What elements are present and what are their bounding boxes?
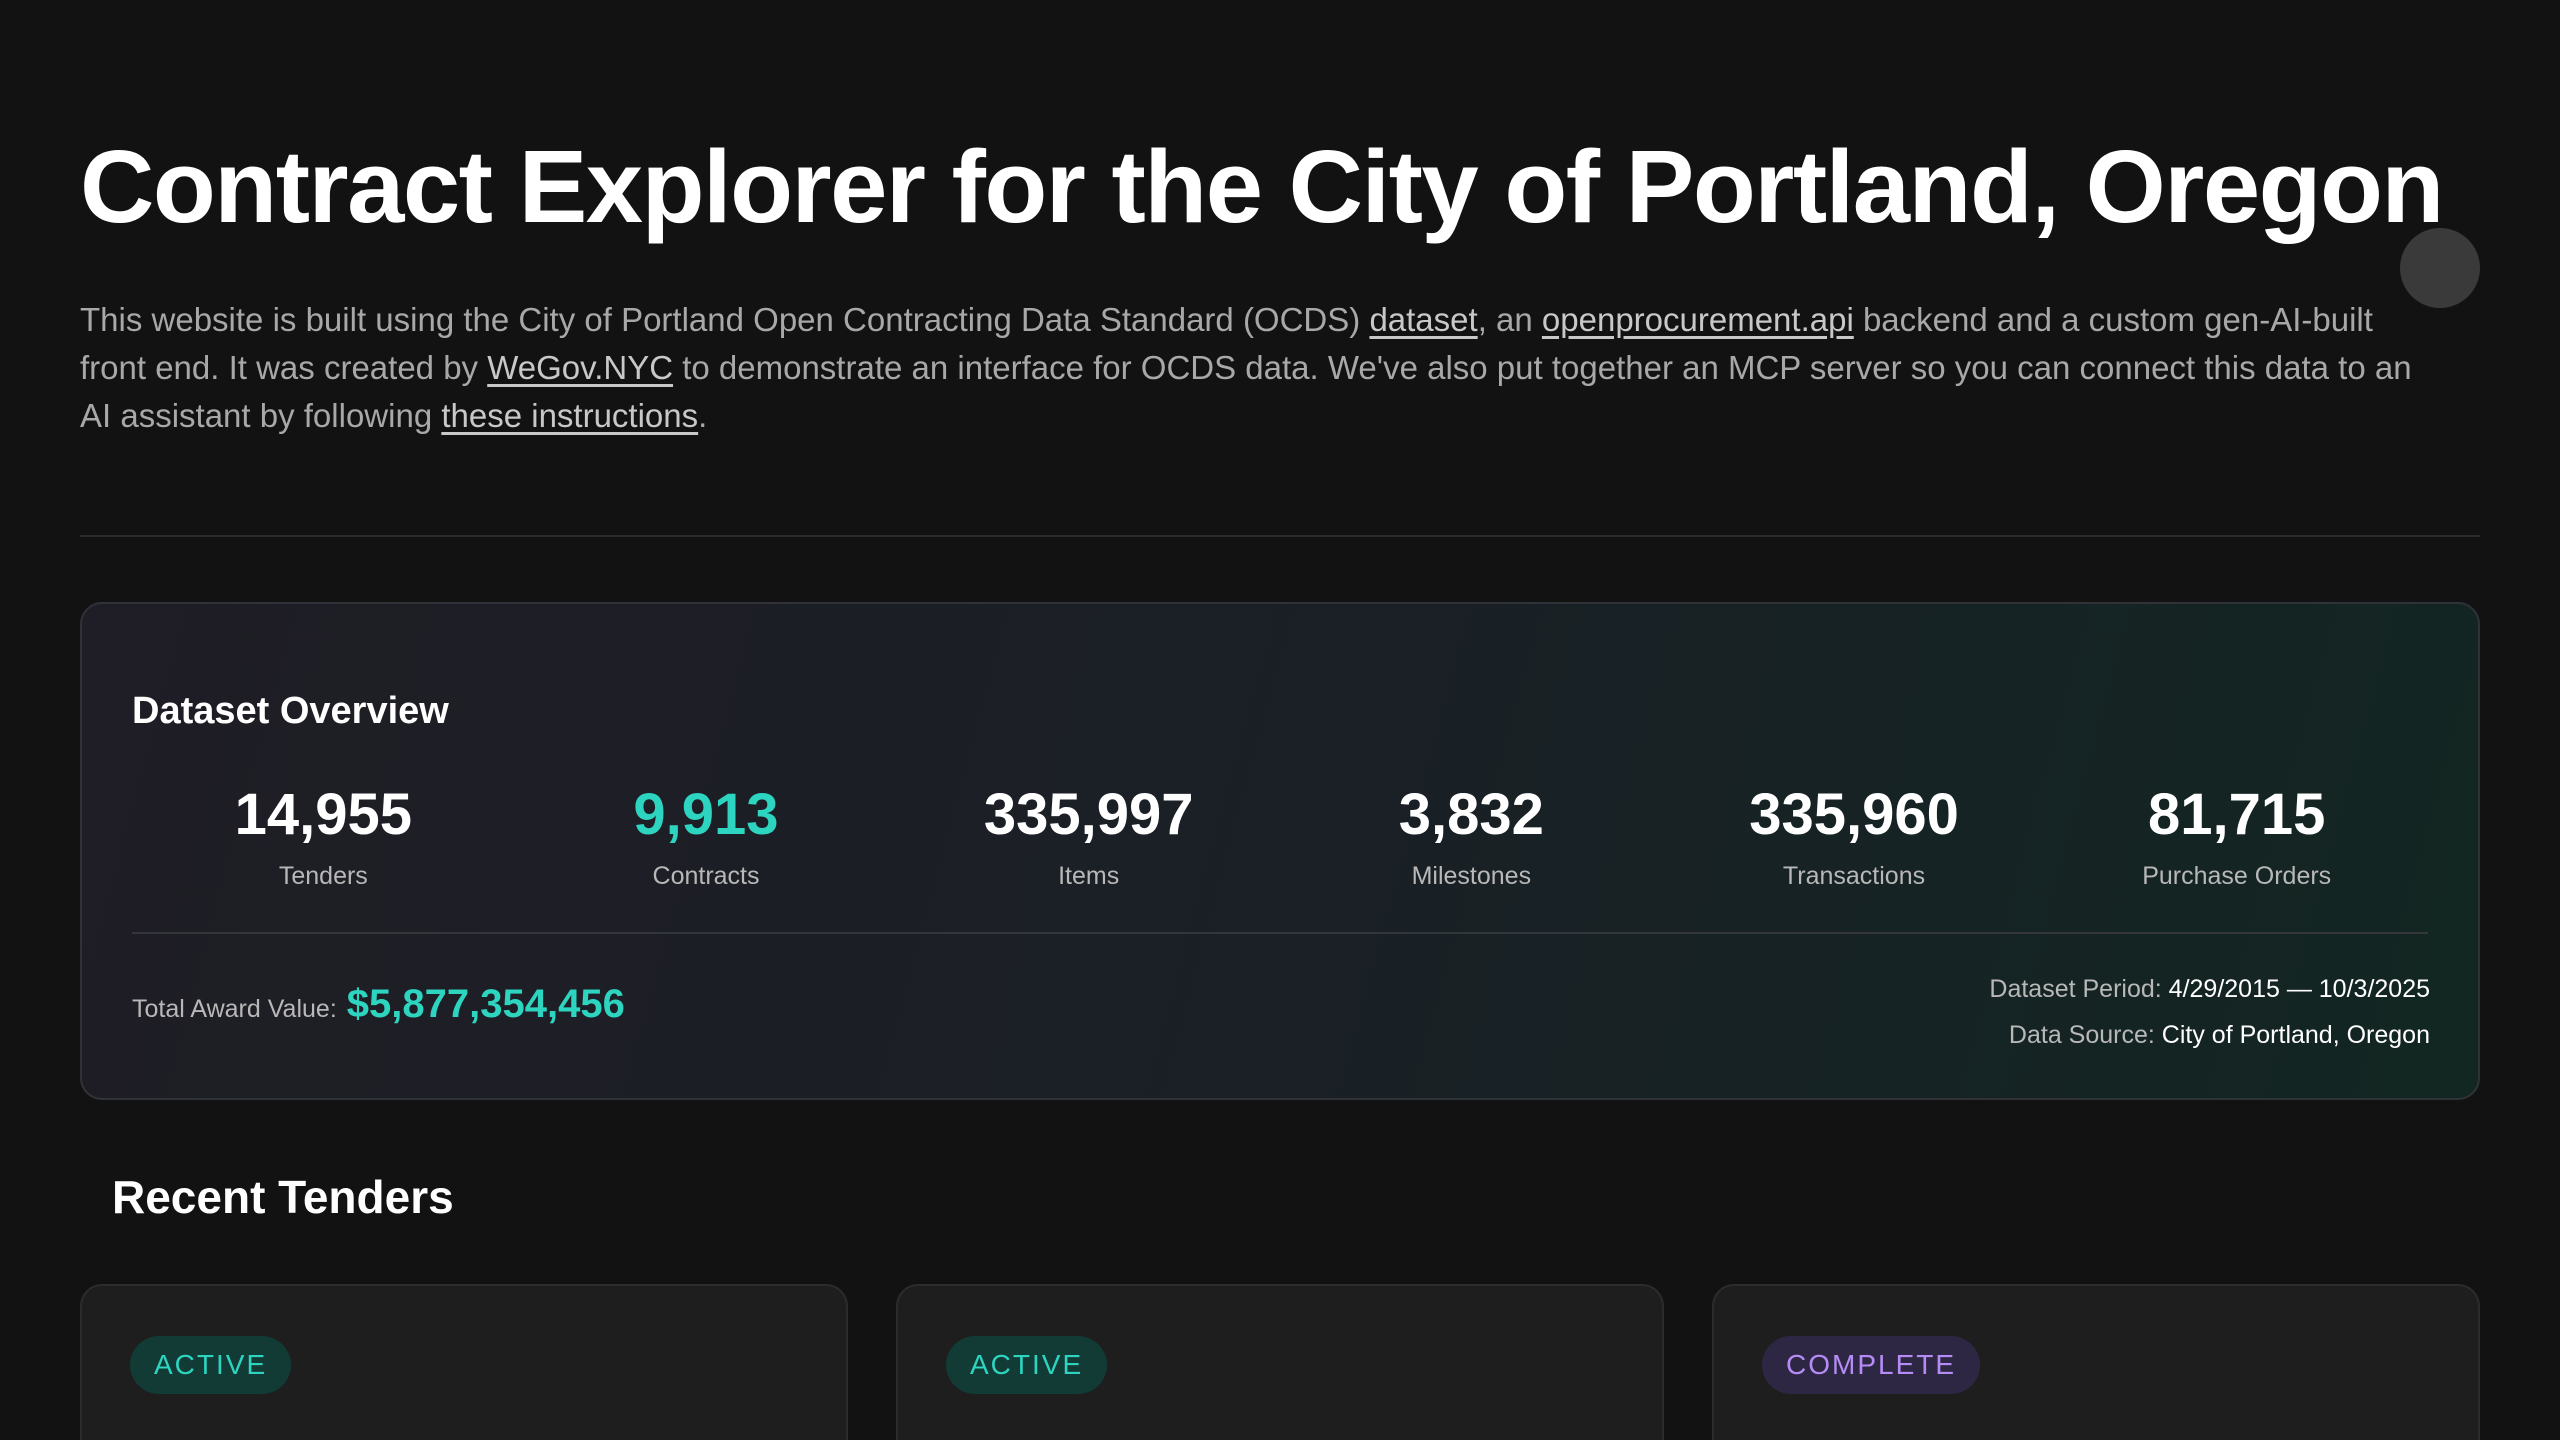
stat-label: Transactions	[1782, 862, 1926, 890]
status-badge: ACTIVE	[946, 1336, 1108, 1394]
instructions-link[interactable]: these instructions	[441, 397, 698, 434]
tender-cards: ACTIVE ACTIVE COMPLETE	[80, 1284, 2480, 1440]
overview-title: Dataset Overview	[132, 690, 449, 732]
dataset-overview-panel: Dataset Overview 14,955 Tenders 9,913 Co…	[80, 602, 2480, 1100]
source-label: Data Source:	[2008, 1021, 2155, 1049]
overview-divider	[132, 932, 2428, 934]
stat-value: 9,913	[633, 782, 779, 847]
header-divider	[80, 535, 2480, 537]
intro-text: , an	[1477, 301, 1542, 338]
stat-milestones: 3,832 Milestones	[1280, 782, 1663, 891]
stat-value: 335,997	[983, 782, 1194, 847]
recent-tenders-title: Recent Tenders	[112, 1171, 454, 1223]
period-value: 4/29/2015 — 10/3/2025	[2168, 975, 2430, 1003]
dataset-meta: Dataset Period: 4/29/2015 — 10/3/2025 Da…	[1989, 966, 2430, 1058]
page: Contract Explorer for the City of Portla…	[0, 0, 2560, 1440]
tender-card[interactable]: ACTIVE	[896, 1284, 1664, 1440]
stat-value: 335,960	[1749, 782, 1959, 847]
tender-card[interactable]: COMPLETE	[1712, 1284, 2480, 1440]
stat-label: Milestones	[1411, 862, 1532, 890]
stat-label: Purchase Orders	[2142, 862, 2332, 890]
stat-label: Tenders	[278, 862, 368, 890]
openprocurement-api-link[interactable]: openprocurement.api	[1542, 301, 1854, 338]
tender-card[interactable]: ACTIVE	[80, 1284, 848, 1440]
stat-items: 335,997 Items	[897, 782, 1280, 891]
stat-value: 81,715	[2147, 782, 2326, 847]
data-source: Data Source: City of Portland, Oregon	[1989, 1012, 2430, 1058]
stat-contracts: 9,913 Contracts	[515, 782, 898, 891]
award-label: Total Award Value:	[132, 995, 337, 1023]
total-award-value: Total Award Value: $5,877,354,456	[132, 982, 625, 1027]
period-label: Dataset Period:	[1989, 975, 2162, 1003]
intro-text: .	[698, 397, 708, 434]
stat-tenders: 14,955 Tenders	[132, 782, 515, 891]
status-badge: COMPLETE	[1762, 1336, 1981, 1394]
stat-value: 14,955	[234, 782, 413, 847]
dataset-period: Dataset Period: 4/29/2015 — 10/3/2025	[1989, 966, 2430, 1012]
stat-label: Contracts	[652, 862, 760, 890]
status-badge: ACTIVE	[130, 1336, 292, 1394]
source-value: City of Portland, Oregon	[2161, 1021, 2430, 1049]
intro-paragraph: This website is built using the City of …	[80, 296, 2420, 440]
intro-text: This website is built using the City of …	[80, 301, 1370, 338]
stats-row: 14,955 Tenders 9,913 Contracts 335,997 I…	[132, 782, 2428, 891]
stat-purchase-orders: 81,715 Purchase Orders	[2045, 782, 2428, 891]
dataset-link[interactable]: dataset	[1369, 301, 1477, 338]
award-value: $5,877,354,456	[346, 982, 625, 1026]
page-title: Contract Explorer for the City of Portla…	[80, 129, 2444, 244]
stat-label: Items	[1058, 862, 1120, 890]
stat-transactions: 335,960 Transactions	[1663, 782, 2046, 891]
wegov-link[interactable]: WeGov.NYC	[487, 349, 673, 386]
stat-value: 3,832	[1398, 782, 1544, 847]
